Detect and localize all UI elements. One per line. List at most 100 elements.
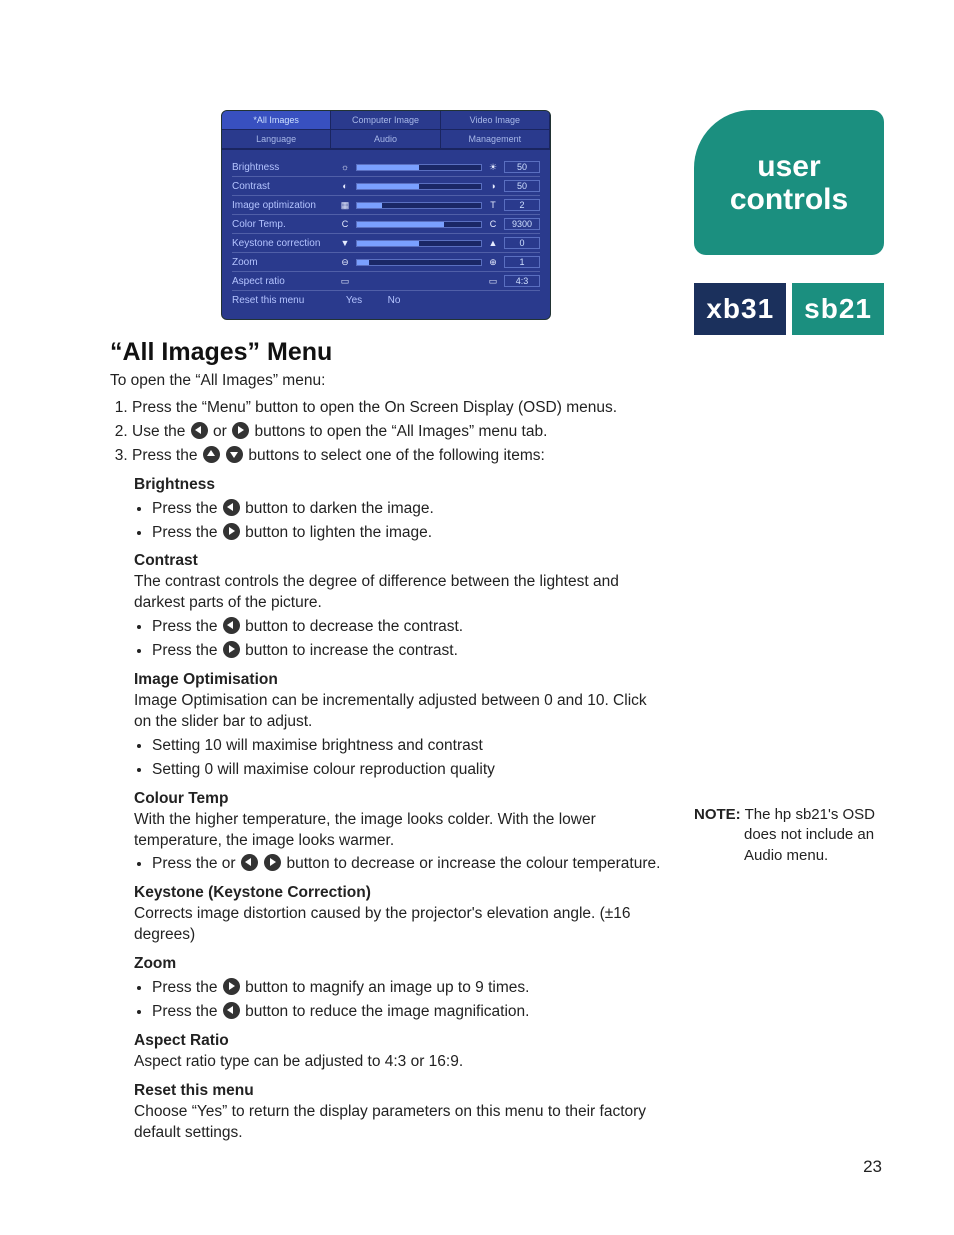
osd-row-color-temp: Color Temp. C C 9300 xyxy=(232,215,540,234)
osd-row-contrast: Contrast ◐ ◑ 50 xyxy=(232,177,540,196)
zoom-out-icon: ⊖ xyxy=(338,257,352,268)
section-aspect-title: Aspect Ratio xyxy=(134,1031,662,1052)
model-sb21: sb21 xyxy=(792,283,884,335)
text: button to reduce the image magnification… xyxy=(241,1003,530,1020)
section-zoom-title: Zoom xyxy=(134,954,662,975)
step-text: or xyxy=(209,423,231,440)
list-item: Setting 0 will maximise colour reproduct… xyxy=(152,760,662,781)
osd-slider xyxy=(356,202,482,209)
note-text: Audio menu. xyxy=(694,846,884,866)
osd-label: Keystone correction xyxy=(232,238,334,249)
note-text: does not include an xyxy=(694,825,884,845)
osd-tab-audio: Audio xyxy=(331,130,440,149)
osd-slider xyxy=(356,183,482,190)
steps-list: Press the “Menu” button to open the On S… xyxy=(110,398,662,467)
section-aspect-desc: Aspect ratio type can be adjusted to 4:3… xyxy=(134,1052,662,1073)
section-ctemp-desc: With the higher temperature, the image l… xyxy=(134,810,662,852)
arrow-left-icon xyxy=(241,854,258,871)
zoom-in-icon: ⊕ xyxy=(486,257,500,268)
osd-row-brightness: Brightness ☼ ☀ 50 xyxy=(232,158,540,177)
list-item: Press the or button to decrease or incre… xyxy=(152,854,662,875)
arrow-right-icon xyxy=(223,641,240,658)
list-item: Press the button to reduce the image mag… xyxy=(152,1002,662,1023)
badge-line1: user xyxy=(757,150,820,183)
text: Press the xyxy=(152,618,222,635)
osd-row-aspect: Aspect ratio ▭ ▭ 4:3 xyxy=(232,272,540,291)
osd-row-reset: Reset this menu Yes No xyxy=(232,291,540,309)
section-ctemp-title: Colour Temp xyxy=(134,789,662,810)
note-label: NOTE: xyxy=(694,806,741,823)
section-brightness-title: Brightness xyxy=(134,475,662,496)
note-text: The hp sb21's OSD xyxy=(745,806,875,823)
section-reset-desc: Choose “Yes” to return the display param… xyxy=(134,1102,662,1144)
osd-slider xyxy=(356,259,482,266)
section-imgopt-desc: Image Optimisation can be incrementally … xyxy=(134,691,662,733)
list-item: Press the button to decrease the contras… xyxy=(152,617,662,638)
section-reset-title: Reset this menu xyxy=(134,1081,662,1102)
osd-value: 2 xyxy=(504,199,540,211)
osd-tab-all-images: *All Images xyxy=(222,111,331,130)
text: button to lighten the image. xyxy=(241,524,432,541)
osd-tab-management: Management xyxy=(441,130,550,149)
osd-tab-language: Language xyxy=(222,130,331,149)
step-text: Press the “Menu” button to open the On S… xyxy=(132,399,617,416)
section-contrast-title: Contrast xyxy=(134,551,662,572)
osd-screenshot: *All Images Computer Image Video Image L… xyxy=(221,110,551,320)
arrow-down-icon xyxy=(226,446,243,463)
osd-slider xyxy=(356,164,482,171)
text-icon: T xyxy=(486,200,500,210)
step-2: Use the or buttons to open the “All Imag… xyxy=(132,422,662,443)
aspect-narrow-icon: ▭ xyxy=(338,276,352,287)
cold-icon: C xyxy=(338,219,352,229)
text: Press the or xyxy=(152,855,240,872)
osd-value: 9300 xyxy=(504,218,540,230)
contrast-low-icon: ◐ xyxy=(338,181,352,191)
text: Press the xyxy=(152,500,222,517)
contrast-high-icon: ◑ xyxy=(486,181,500,191)
osd-label: Color Temp. xyxy=(232,219,334,230)
step-1: Press the “Menu” button to open the On S… xyxy=(132,398,662,419)
grid-icon: ▦ xyxy=(338,200,352,211)
list-item: Press the button to magnify an image up … xyxy=(152,978,662,999)
arrow-up-icon xyxy=(203,446,220,463)
list-item: Press the button to darken the image. xyxy=(152,499,662,520)
section-badge: user controls xyxy=(694,110,884,255)
osd-slider xyxy=(356,221,482,228)
arrow-left-icon xyxy=(223,1002,240,1019)
badge-line2: controls xyxy=(730,183,848,216)
osd-body: Brightness ☼ ☀ 50 Contrast ◐ ◑ 50 xyxy=(222,150,550,319)
osd-label: Brightness xyxy=(232,162,334,173)
section-imgopt-title: Image Optimisation xyxy=(134,670,662,691)
text: button to increase the contrast. xyxy=(241,642,458,659)
page-title: “All Images” Menu xyxy=(110,338,662,367)
osd-row-keystone: Keystone correction ▼ ▲ 0 xyxy=(232,234,540,253)
warm-icon: C xyxy=(486,219,500,229)
osd-label: Image optimization xyxy=(232,200,334,211)
keystone-up-icon: ▲ xyxy=(486,238,500,248)
text: button to decrease or increase the colou… xyxy=(282,855,660,872)
osd-reset-no: No xyxy=(374,295,414,306)
list-item: Setting 10 will maximise brightness and … xyxy=(152,736,662,757)
osd-value: 0 xyxy=(504,237,540,249)
arrow-left-icon xyxy=(191,422,208,439)
osd-value: 1 xyxy=(504,256,540,268)
arrow-left-icon xyxy=(223,499,240,516)
aspect-wide-icon: ▭ xyxy=(486,276,500,287)
osd-value: 50 xyxy=(504,161,540,173)
sun-dim-icon: ☼ xyxy=(338,162,352,172)
text: Press the xyxy=(152,979,222,996)
list-item: Press the button to increase the contras… xyxy=(152,641,662,662)
keystone-down-icon: ▼ xyxy=(338,238,352,248)
text: button to darken the image. xyxy=(241,500,434,517)
osd-label: Aspect ratio xyxy=(232,276,334,287)
arrow-right-icon xyxy=(223,978,240,995)
text: Press the xyxy=(152,1003,222,1020)
step-3: Press the buttons to select one of the f… xyxy=(132,446,662,467)
osd-slider xyxy=(356,240,482,247)
sun-bright-icon: ☀ xyxy=(486,162,500,173)
arrow-right-icon xyxy=(232,422,249,439)
arrow-right-icon xyxy=(264,854,281,871)
osd-row-zoom: Zoom ⊖ ⊕ 1 xyxy=(232,253,540,272)
intro-text: To open the “All Images” menu: xyxy=(110,371,662,392)
list-item: Press the button to lighten the image. xyxy=(152,523,662,544)
